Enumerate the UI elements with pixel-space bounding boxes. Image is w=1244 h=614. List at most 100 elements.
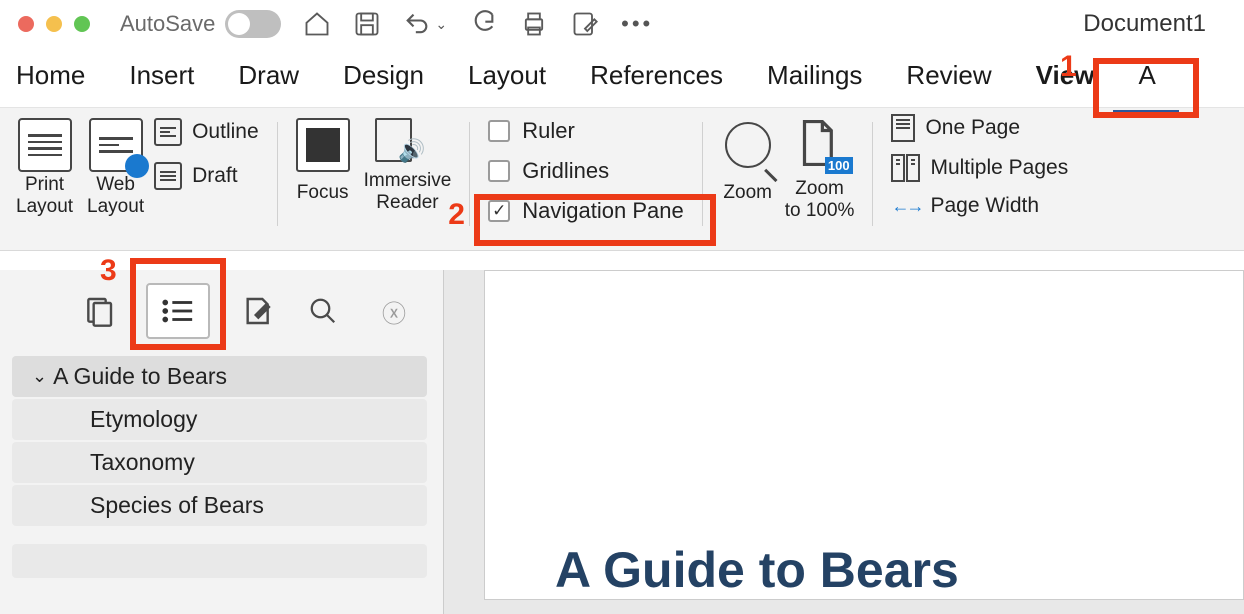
zoom-100-button[interactable]: 100 Zoom to 100% (785, 114, 855, 222)
annotation-box-2 (474, 194, 716, 246)
minimize-window-button[interactable] (46, 16, 62, 32)
tab-design[interactable]: Design (343, 60, 424, 91)
annotation-box-3 (130, 258, 226, 350)
show-group: Ruler Gridlines ✓ Navigation Pane 2 (476, 114, 695, 250)
focus-icon (296, 118, 350, 172)
chevron-down-icon[interactable]: ⌄ (435, 16, 447, 33)
zoom-100-label: Zoom to 100% (785, 178, 855, 222)
home-icon[interactable] (303, 10, 331, 38)
heading-item[interactable]: Etymology (12, 399, 427, 440)
zoom-button[interactable]: Zoom (721, 114, 775, 204)
separator (277, 122, 278, 226)
heading-item[interactable]: ⌄ A Guide to Bears (12, 356, 427, 397)
results-edit-tab[interactable] (238, 292, 276, 330)
tab-draw[interactable]: Draw (238, 60, 299, 91)
page-views-group: One Page Multiple Pages ← → Page Width (879, 114, 1080, 250)
page-width-button[interactable]: ← → Page Width (891, 194, 1068, 218)
tab-references[interactable]: References (590, 60, 723, 91)
heading-item-blank (12, 544, 427, 578)
tab-home[interactable]: Home (16, 60, 85, 91)
heading-label: Taxonomy (90, 449, 195, 475)
focus-label: Focus (297, 182, 349, 204)
heading-label: Species of Bears (90, 492, 264, 518)
headings-list: ⌄ A Guide to Bears Etymology Taxonomy Sp… (0, 356, 443, 578)
zoom-label: Zoom (723, 182, 772, 204)
annotation-2: 2 (448, 198, 465, 232)
ribbon-tabs: Home Insert Draw Design Layout Reference… (0, 50, 1244, 107)
heading-label: Etymology (90, 406, 197, 432)
one-page-label: One Page (925, 116, 1020, 140)
nav-pane-toolbar: ⓧ 3 (0, 270, 443, 342)
multiple-pages-icon (891, 154, 920, 182)
undo-button[interactable]: ⌄ (403, 10, 447, 38)
zoom-group: Zoom 100 Zoom to 100% (709, 114, 867, 250)
100-badge: 100 (825, 157, 853, 174)
document-viewport[interactable]: A Guide to Bears (444, 270, 1244, 614)
globe-icon (125, 154, 149, 178)
content-area: ⓧ 3 ⌄ A Guide to Bears Etymology Taxonom… (0, 270, 1244, 614)
autosave-toggle[interactable] (225, 10, 281, 38)
separator (469, 122, 470, 226)
page-width-icon: ← → (891, 196, 920, 217)
page-width-label: Page Width (930, 194, 1039, 218)
redo-button[interactable] (469, 10, 497, 38)
ribbon: Print Layout Web Layout Outline Draft Fo… (0, 107, 1244, 251)
ruler-label: Ruler (522, 118, 575, 144)
multiple-pages-label: Multiple Pages (930, 156, 1068, 180)
magnifier-icon (725, 122, 771, 168)
immersive-reader-icon: 🔊 (375, 118, 439, 164)
outline-icon (154, 118, 182, 146)
gridlines-label: Gridlines (522, 158, 609, 184)
draft-icon (154, 162, 182, 190)
views-group: Print Layout Web Layout Outline Draft (4, 114, 271, 250)
multiple-pages-button[interactable]: Multiple Pages (891, 154, 1068, 182)
one-page-button[interactable]: One Page (891, 114, 1068, 142)
gridlines-checkbox[interactable]: Gridlines (488, 158, 683, 184)
chevron-down-icon: ⌄ (32, 366, 47, 387)
navigation-pane: ⓧ 3 ⌄ A Guide to Bears Etymology Taxonom… (0, 270, 444, 614)
ruler-checkbox[interactable]: Ruler (488, 118, 683, 144)
outline-view-button[interactable]: Outline (154, 118, 259, 146)
save-edit-icon[interactable] (571, 10, 599, 38)
heading-item[interactable]: Taxonomy (12, 442, 427, 483)
immersive-reader-button[interactable]: 🔊 Immersive Reader (364, 114, 452, 214)
outline-label: Outline (192, 120, 259, 144)
fullscreen-window-button[interactable] (74, 16, 90, 32)
web-layout-label: Web Layout (87, 174, 144, 218)
one-page-icon (891, 114, 915, 142)
heading-item[interactable]: Species of Bears (12, 485, 427, 526)
window-controls (18, 16, 90, 32)
tab-review[interactable]: Review (906, 60, 991, 91)
close-window-button[interactable] (18, 16, 34, 32)
document-title: Document1 (1083, 10, 1206, 38)
immersive-group: Focus 🔊 Immersive Reader (284, 114, 464, 250)
titlebar: AutoSave ⌄ ••• Document1 (0, 0, 1244, 50)
print-layout-icon (18, 118, 72, 172)
web-layout-icon (89, 118, 143, 172)
tab-mailings[interactable]: Mailings (767, 60, 862, 91)
document-heading[interactable]: A Guide to Bears (555, 541, 1173, 599)
annotation-3: 3 (100, 254, 117, 288)
thumbnails-tab[interactable] (80, 292, 118, 330)
print-layout-button[interactable]: Print Layout (16, 114, 73, 218)
print-layout-label: Print Layout (16, 174, 73, 218)
heading-label: A Guide to Bears (53, 363, 227, 390)
draft-label: Draft (192, 164, 238, 188)
annotation-box-1 (1093, 58, 1199, 118)
draft-view-button[interactable]: Draft (154, 162, 259, 190)
checkbox-icon (488, 160, 510, 182)
separator (872, 122, 873, 226)
web-layout-button[interactable]: Web Layout (87, 114, 144, 218)
autosave-label: AutoSave (120, 11, 215, 37)
close-nav-pane-button[interactable]: ⓧ (375, 292, 413, 330)
tab-layout[interactable]: Layout (468, 60, 546, 91)
checkbox-icon (488, 120, 510, 142)
print-icon[interactable] (519, 10, 549, 38)
quick-access-toolbar: ⌄ ••• (303, 10, 653, 38)
search-button[interactable] (304, 292, 342, 330)
document-page: A Guide to Bears (484, 270, 1244, 600)
save-icon[interactable] (353, 10, 381, 38)
overflow-button[interactable]: ••• (621, 11, 653, 37)
tab-insert[interactable]: Insert (129, 60, 194, 91)
focus-button[interactable]: Focus (296, 114, 350, 204)
